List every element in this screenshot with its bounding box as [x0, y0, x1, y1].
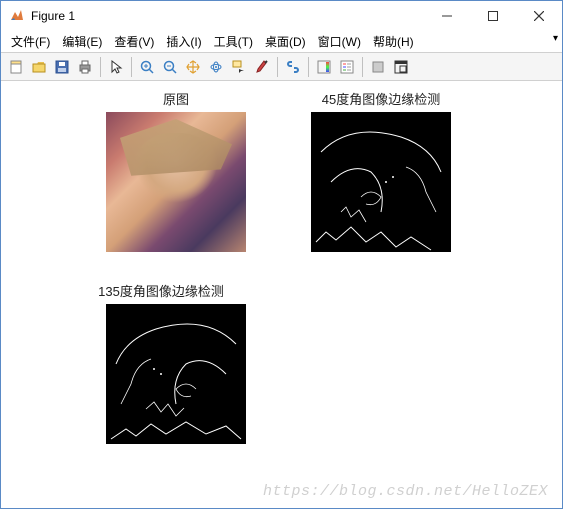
print-button[interactable]: [74, 56, 96, 78]
edge-45-image: [311, 112, 451, 252]
legend-button[interactable]: [336, 56, 358, 78]
subplot-3-title: 135度角图像边缘检测: [76, 281, 246, 300]
subplot-1-title: 原图: [106, 89, 246, 108]
figure-window: Figure 1 文件(F) 编辑(E) 查看(V) 插入(I) 工具(T) 桌…: [0, 0, 563, 509]
menu-insert[interactable]: 插入(I): [160, 31, 207, 52]
menu-view[interactable]: 查看(V): [108, 31, 160, 52]
rotate-3d-button[interactable]: [205, 56, 227, 78]
figure-canvas: 原图 45度角图像边缘检测 135度角图像边缘检测: [1, 81, 562, 508]
toolbar-separator: [100, 57, 101, 77]
toolbar-separator: [277, 57, 278, 77]
open-button[interactable]: [28, 56, 50, 78]
window-controls: [424, 1, 562, 31]
menu-tools[interactable]: 工具(T): [208, 31, 259, 52]
subplot-3: 135度角图像边缘检测: [76, 281, 246, 447]
zoom-out-button[interactable]: [159, 56, 181, 78]
watermark-text: https://blog.csdn.net/HelloZEX: [263, 483, 548, 500]
menu-help[interactable]: 帮助(H): [367, 31, 420, 52]
data-cursor-button[interactable]: [228, 56, 250, 78]
zoom-in-button[interactable]: [136, 56, 158, 78]
toolbar-separator: [131, 57, 132, 77]
brush-button[interactable]: [251, 56, 273, 78]
maximize-button[interactable]: [470, 1, 516, 31]
subplot-2-title: 45度角图像边缘检测: [311, 89, 451, 108]
menu-bar: 文件(F) 编辑(E) 查看(V) 插入(I) 工具(T) 桌面(D) 窗口(W…: [1, 31, 562, 53]
subplot-2: 45度角图像边缘检测: [311, 89, 451, 255]
new-figure-button[interactable]: [5, 56, 27, 78]
menu-desktop[interactable]: 桌面(D): [259, 31, 312, 52]
close-button[interactable]: [516, 1, 562, 31]
original-image: [106, 112, 246, 252]
hide-tools-button[interactable]: [367, 56, 389, 78]
minimize-button[interactable]: [424, 1, 470, 31]
colorbar-button[interactable]: [313, 56, 335, 78]
menu-window[interactable]: 窗口(W): [312, 31, 367, 52]
link-button[interactable]: [282, 56, 304, 78]
toolbar: [1, 53, 562, 81]
expand-toolstrip-icon[interactable]: ▾: [553, 33, 558, 44]
edge-135-image: [106, 304, 246, 444]
menu-edit[interactable]: 编辑(E): [56, 31, 108, 52]
window-title: Figure 1: [31, 9, 424, 23]
matlab-icon: [9, 8, 25, 24]
save-button[interactable]: [51, 56, 73, 78]
pointer-button[interactable]: [105, 56, 127, 78]
toolbar-separator: [308, 57, 309, 77]
pan-button[interactable]: [182, 56, 204, 78]
dock-button[interactable]: [390, 56, 412, 78]
toolbar-separator: [362, 57, 363, 77]
subplot-1: 原图: [106, 89, 246, 255]
menu-file[interactable]: 文件(F): [5, 31, 56, 52]
title-bar: Figure 1: [1, 1, 562, 31]
